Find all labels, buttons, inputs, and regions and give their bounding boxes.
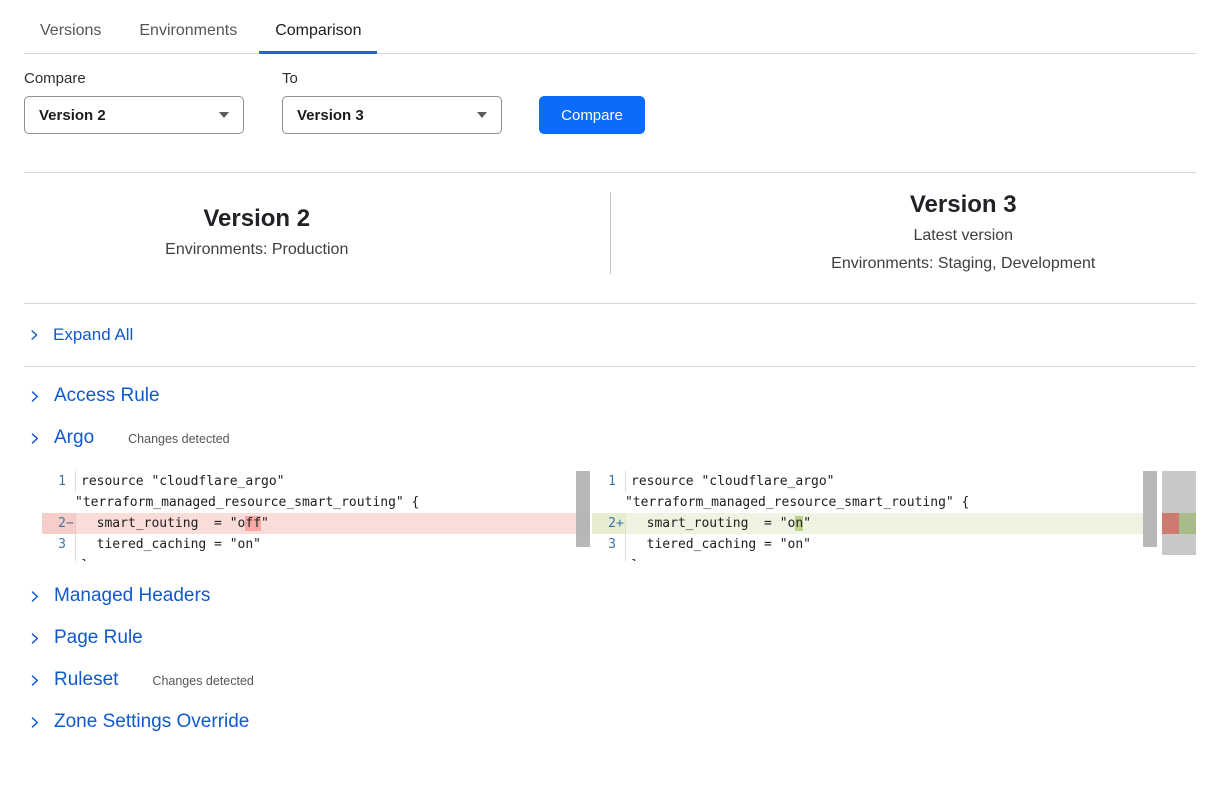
- tab-versions-label: Versions: [40, 22, 101, 39]
- chevron-down-icon: [477, 112, 487, 118]
- compare-to-field: To Version 3: [282, 70, 502, 134]
- section-label: Access Rule: [54, 385, 160, 407]
- diff-scrollbar[interactable]: [1143, 471, 1157, 547]
- compare-button[interactable]: Compare: [539, 96, 645, 134]
- chevron-right-icon: [28, 716, 41, 729]
- diff-line-wrap: "terraform_managed_resource_smart_routin…: [42, 492, 590, 513]
- tab-environments[interactable]: Environments: [123, 15, 253, 53]
- diff-line-wrap: "terraform_managed_resource_smart_routin…: [592, 492, 1157, 513]
- section-access-rule[interactable]: Access Rule: [24, 375, 1196, 417]
- version-left-title: Version 2: [24, 204, 490, 234]
- compare-from-value: Version 2: [39, 107, 106, 124]
- chevron-right-icon: [28, 674, 41, 687]
- diff-line: 3 tiered_caching = "on": [42, 534, 590, 555]
- diff-scrollbar[interactable]: [576, 471, 590, 547]
- comparison-page: Versions Environments Comparison Compare…: [0, 0, 1224, 743]
- diff-line: }: [42, 555, 590, 561]
- diff-line-removed: 2− smart_routing = "off": [42, 513, 590, 534]
- tab-versions[interactable]: Versions: [24, 15, 117, 53]
- chevron-right-icon: [28, 632, 41, 645]
- diff-line: 1 resource "cloudflare_argo": [42, 471, 590, 492]
- version-right-title: Version 3: [731, 190, 1197, 220]
- resource-sections: Access Rule Argo Changes detected 1 reso…: [24, 375, 1196, 743]
- section-page-rule[interactable]: Page Rule: [24, 617, 1196, 659]
- diff-minimap[interactable]: [1162, 471, 1196, 555]
- expand-all-label: Expand All: [53, 325, 133, 345]
- argo-diff-viewer: 1 resource "cloudflare_argo" "terraform_…: [42, 471, 1196, 561]
- chevron-right-icon: [28, 590, 41, 603]
- compare-to-select[interactable]: Version 3: [282, 96, 502, 134]
- compare-to-value: Version 3: [297, 107, 364, 124]
- chevron-down-icon: [219, 112, 229, 118]
- tab-bar: Versions Environments Comparison: [24, 0, 1196, 54]
- version-headers: Version 2 Environments: Production Versi…: [24, 173, 1196, 293]
- diff-pane-new: 1 resource "cloudflare_argo" "terraform_…: [592, 471, 1157, 561]
- version-left-environments: Environments: Production: [24, 238, 490, 262]
- compare-from-field: Compare Version 2: [24, 70, 244, 134]
- version-left-header: Version 2 Environments: Production: [24, 204, 610, 262]
- chevron-right-icon: [28, 432, 41, 445]
- divider: [24, 366, 1196, 367]
- minimap-removed-marker: [1162, 513, 1179, 534]
- compare-from-label: Compare: [24, 70, 244, 87]
- compare-to-label: To: [282, 70, 502, 87]
- diff-line: 1 resource "cloudflare_argo": [592, 471, 1157, 492]
- tab-comparison[interactable]: Comparison: [259, 15, 377, 53]
- tab-comparison-label: Comparison: [275, 22, 361, 39]
- section-argo[interactable]: Argo Changes detected: [24, 417, 1196, 459]
- diff-line: }: [592, 555, 1157, 561]
- compare-form: Compare Version 2 To Version 3 Compare: [24, 70, 1196, 134]
- diff-line-added: 2+ smart_routing = "on": [592, 513, 1157, 534]
- expand-all-button[interactable]: Expand All: [24, 304, 1196, 366]
- section-zone-settings-override[interactable]: Zone Settings Override: [24, 701, 1196, 743]
- section-label: Argo: [54, 427, 94, 449]
- section-ruleset[interactable]: Ruleset Changes detected: [24, 659, 1196, 701]
- minimap-added-marker: [1179, 513, 1196, 534]
- section-label: Page Rule: [54, 627, 143, 649]
- version-right-header: Version 3 Latest version Environments: S…: [611, 190, 1197, 276]
- section-label: Managed Headers: [54, 585, 210, 607]
- section-managed-headers[interactable]: Managed Headers: [24, 575, 1196, 617]
- version-right-latest-label: Latest version: [731, 224, 1197, 248]
- changes-detected-badge: Changes detected: [128, 432, 229, 446]
- chevron-right-icon: [28, 390, 41, 403]
- tab-environments-label: Environments: [139, 22, 237, 39]
- changes-detected-badge: Changes detected: [152, 674, 253, 688]
- version-right-environments: Environments: Staging, Development: [731, 252, 1197, 276]
- diff-pane-old: 1 resource "cloudflare_argo" "terraform_…: [42, 471, 590, 561]
- chevron-right-icon: [28, 329, 40, 341]
- section-label: Zone Settings Override: [54, 711, 249, 733]
- section-label: Ruleset: [54, 669, 118, 691]
- compare-from-select[interactable]: Version 2: [24, 96, 244, 134]
- diff-line: 3 tiered_caching = "on": [592, 534, 1157, 555]
